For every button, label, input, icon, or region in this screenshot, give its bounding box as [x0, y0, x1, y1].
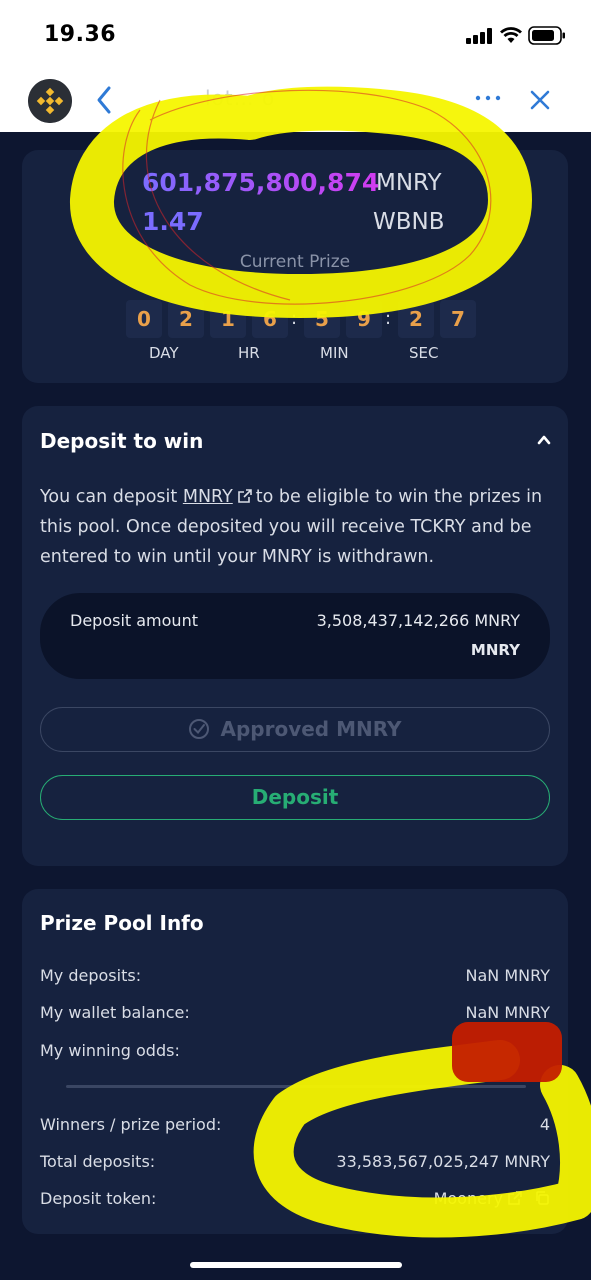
countdown-label-hr: HR [238, 344, 260, 362]
external-link-icon[interactable] [507, 1190, 523, 1206]
deposit-amount-value[interactable]: 3,508,437,142,266 MNRY [317, 611, 520, 630]
close-icon[interactable] [528, 88, 552, 112]
battery-icon [528, 26, 565, 45]
countdown-digit: 0 [126, 300, 162, 338]
countdown-separator: : [290, 308, 298, 329]
approved-button[interactable]: Approved MNRY [40, 707, 550, 752]
countdown-label-day: DAY [149, 344, 179, 362]
countdown-label-sec: SEC [409, 344, 439, 362]
info-value: 33,583,567,025,247 MNRY [336, 1152, 550, 1171]
prize-card: 601,875,800,874 MNRY 1.47 WBNB Current P… [22, 150, 568, 383]
check-circle-icon [189, 719, 210, 739]
current-prize-label: Current Prize [239, 252, 351, 272]
info-row-my-deposits: My deposits: NaN MNRY [40, 966, 550, 990]
deposit-amount-box[interactable]: Deposit amount 3,508,437,142,266 MNRY MN… [40, 593, 550, 679]
status-time: 19.36 [44, 22, 117, 47]
countdown-digit: 7 [440, 300, 476, 338]
deposit-description: You can deposit MNRY to be eligible to wi… [40, 482, 550, 572]
info-row-winners: Winners / prize period: 4 [40, 1115, 550, 1139]
binance-logo-icon[interactable] [28, 79, 72, 123]
prize-pool-info-card: Prize Pool Info My deposits: NaN MNRY My… [22, 889, 568, 1234]
countdown-digit: 9 [346, 300, 382, 338]
home-indicator[interactable] [190, 1262, 402, 1268]
info-row-deposit-token: Deposit token: Moonery [40, 1189, 550, 1213]
countdown-digit: 6 [252, 300, 288, 338]
info-value: Moonery [434, 1189, 550, 1208]
mnry-token-link[interactable]: MNRY [183, 487, 233, 507]
info-label: My wallet balance: [40, 1003, 190, 1022]
info-label: My winning odds: [40, 1041, 180, 1060]
app-header: lot… o [0, 72, 591, 132]
copy-icon[interactable] [534, 1190, 550, 1206]
info-label: Winners / prize period: [40, 1115, 222, 1134]
page-title: lot… o [205, 86, 276, 110]
info-label: Total deposits: [40, 1152, 156, 1171]
countdown-digit: 2 [168, 300, 204, 338]
info-row-total-deposits: Total deposits: 33,583,567,025,247 MNRY [40, 1152, 550, 1176]
countdown-digit: 5 [304, 300, 340, 338]
approved-button-label: Approved MNRY [220, 717, 402, 741]
ellipsis-icon[interactable] [472, 86, 504, 110]
countdown-digit: 1 [210, 300, 246, 338]
info-value: NaN MNRY [465, 1003, 550, 1022]
deposit-card: Deposit to win You can deposit MNRY to be… [22, 406, 568, 866]
prize-amount: 601,875,800,874 [142, 168, 380, 197]
info-row-winning-odds: My winning odds: [40, 1041, 550, 1065]
info-row-wallet-balance: My wallet balance: NaN MNRY [40, 1003, 550, 1027]
prize-pool-info-title: Prize Pool Info [40, 911, 204, 935]
countdown-label-min: MIN [320, 344, 349, 362]
countdown-labels: DAY HR MIN SEC [22, 344, 568, 364]
chevron-left-icon[interactable] [92, 84, 116, 116]
info-label: Deposit token: [40, 1189, 157, 1208]
deposit-button[interactable]: Deposit [40, 775, 550, 820]
deposit-amount-label: Deposit amount [70, 611, 198, 630]
chevron-up-icon[interactable] [536, 432, 552, 448]
deposit-token-link[interactable]: Moonery [434, 1189, 503, 1208]
countdown-timer: 0 2 1 6 : 5 9 : 2 7 [126, 300, 482, 340]
deposit-desc-prefix: You can deposit [40, 487, 178, 507]
prize-amount-secondary-unit: WBNB [373, 209, 445, 235]
deposit-title: Deposit to win [40, 429, 204, 453]
wifi-icon [500, 27, 522, 43]
status-bar: 19.36 [0, 0, 591, 72]
info-value: 4 [539, 1115, 550, 1134]
prize-amount-secondary: 1.47 [142, 207, 204, 236]
countdown-digit: 2 [398, 300, 434, 338]
deposit-amount-token: MNRY [470, 641, 520, 659]
external-link-icon[interactable] [237, 488, 253, 504]
prize-amount-unit: MNRY [376, 170, 442, 196]
info-label: My deposits: [40, 966, 142, 985]
info-value: NaN MNRY [465, 966, 550, 985]
cellular-signal-icon [466, 28, 492, 44]
divider [66, 1085, 526, 1088]
countdown-separator: : [384, 308, 392, 329]
